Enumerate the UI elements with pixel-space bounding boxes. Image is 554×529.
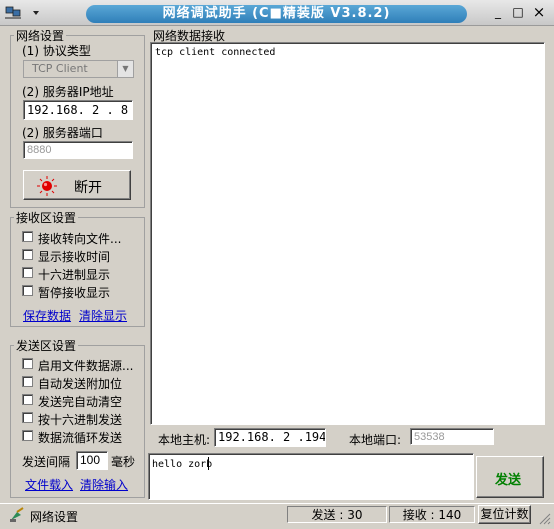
recv-to-file-label: 接收转向文件... xyxy=(38,232,122,246)
checkbox[interactable] xyxy=(22,285,33,296)
send-textarea[interactable]: hello zorb xyxy=(148,453,474,500)
protocol-label: (1) 协议类型 xyxy=(22,44,91,58)
hex-display-label: 十六进制显示 xyxy=(38,268,111,282)
file-source-label: 启用文件数据源... xyxy=(38,359,134,373)
pause-display-label: 暂停接收显示 xyxy=(38,286,111,300)
protocol-value: TCP Client xyxy=(32,62,88,75)
local-port-label: 本地端口: xyxy=(349,433,402,447)
interval-unit-label: 毫秒 xyxy=(111,455,136,469)
load-file-link[interactable]: 文件载入 xyxy=(25,476,73,493)
local-host-field[interactable]: 192.168. 2 .194 xyxy=(214,428,326,447)
send-button-label: 发送 xyxy=(495,473,522,488)
receive-text: tcp client connected xyxy=(155,47,276,58)
status-received: 接收 : 140 xyxy=(389,506,475,523)
resize-grip-icon[interactable] xyxy=(538,512,551,525)
text-cursor xyxy=(208,457,209,470)
receive-textarea[interactable]: tcp client connected xyxy=(150,42,545,425)
server-ip-label: (2) 服务器IP地址 xyxy=(22,85,114,99)
disconnect-button[interactable]: 断开 xyxy=(23,170,131,200)
local-port-field[interactable]: 53538 xyxy=(410,428,494,445)
send-settings-legend: 发送区设置 xyxy=(14,337,79,354)
server-port-field[interactable]: 8880 xyxy=(23,141,133,159)
system-menu-button[interactable] xyxy=(3,4,45,22)
protocol-select[interactable]: TCP Client ▼ xyxy=(23,60,134,78)
send-interval-label: 发送间隔 xyxy=(22,455,71,469)
save-data-link[interactable]: 保存数据 xyxy=(23,307,71,324)
clear-display-link[interactable]: 清除显示 xyxy=(79,307,127,324)
loop-send-label: 数据流循环发送 xyxy=(38,431,123,445)
send-interval-field[interactable]: 100 xyxy=(76,451,108,470)
server-port-label: (2) 服务器端口 xyxy=(22,126,103,140)
minimize-button[interactable]: _ xyxy=(490,5,506,21)
show-recv-time-label: 显示接收时间 xyxy=(38,250,111,264)
checkbox[interactable] xyxy=(22,430,33,441)
send-text: hello zorb xyxy=(152,459,213,470)
network-icon xyxy=(10,507,24,522)
checkbox[interactable] xyxy=(22,267,33,278)
local-host-label: 本地主机: xyxy=(158,433,211,447)
reset-count-button[interactable]: 复位计数 xyxy=(478,505,531,524)
chevron-down-icon[interactable]: ▼ xyxy=(117,61,133,77)
send-button[interactable]: 发送 xyxy=(476,456,544,498)
close-button[interactable]: × xyxy=(531,5,547,21)
server-ip-field[interactable]: 192.168. 2 . 8 xyxy=(23,100,133,120)
window-title: 网络调试助手 (C■精装版 V3.8.2) xyxy=(86,5,467,23)
auto-clear-label: 发送完自动清空 xyxy=(38,395,123,409)
auto-append-label: 自动发送附加位 xyxy=(38,377,123,391)
clear-input-link[interactable]: 清除输入 xyxy=(80,476,128,493)
checkbox[interactable] xyxy=(22,376,33,387)
checkbox[interactable] xyxy=(22,394,33,405)
hex-send-label: 按十六进制发送 xyxy=(38,413,123,427)
app-icon xyxy=(5,6,39,19)
status-sent: 发送 : 30 xyxy=(287,506,387,523)
checkbox[interactable] xyxy=(22,249,33,260)
recv-settings-legend: 接收区设置 xyxy=(14,209,79,226)
status-mode: 网络设置 xyxy=(30,510,79,524)
connection-indicator-icon xyxy=(37,176,57,196)
disconnect-button-label: 断开 xyxy=(74,180,102,196)
checkbox[interactable] xyxy=(22,231,33,242)
dropdown-arrow-icon xyxy=(33,11,39,15)
checkbox[interactable] xyxy=(22,358,33,369)
checkbox[interactable] xyxy=(22,412,33,423)
maximize-button[interactable]: □ xyxy=(510,5,526,21)
